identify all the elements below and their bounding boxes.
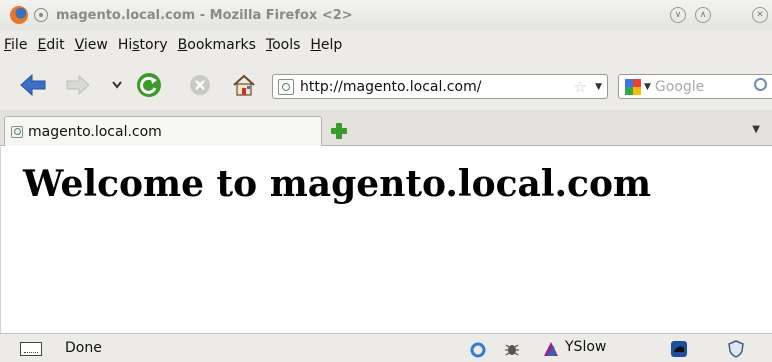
menu-help[interactable]: Help bbox=[310, 37, 342, 53]
menu-bookmarks-mnemonic: B bbox=[177, 37, 188, 53]
menu-history-label: tory bbox=[139, 37, 168, 53]
status-screen-icon bbox=[20, 342, 42, 356]
tab-magento[interactable]: magento.local.com bbox=[4, 116, 322, 146]
menu-tools-label: ools bbox=[272, 37, 301, 53]
tab-favicon-icon bbox=[11, 125, 23, 138]
search-engine-icon[interactable] bbox=[625, 78, 641, 95]
bookmark-star-icon[interactable]: ☆ bbox=[574, 78, 587, 96]
site-identity-icon[interactable] bbox=[278, 78, 294, 95]
yslow-icon[interactable] bbox=[542, 340, 560, 362]
addon-icon[interactable] bbox=[670, 340, 688, 362]
tab-bar: magento.local.com ▼ bbox=[0, 110, 772, 146]
url-dropdown-icon[interactable]: ▼ bbox=[595, 82, 602, 92]
menu-edit-label: dit bbox=[46, 37, 65, 53]
search-bar[interactable]: ▼ bbox=[618, 74, 772, 99]
menu-file[interactable]: File bbox=[4, 37, 27, 53]
menu-bookmarks-label: ookmarks bbox=[187, 37, 256, 53]
menu-edit-mnemonic: E bbox=[37, 37, 47, 53]
menu-file-mnemonic: F bbox=[4, 37, 12, 53]
yslow-label[interactable]: YSlow bbox=[565, 339, 606, 355]
title-bar: magento.local.com - Mozilla Firefox <2> … bbox=[0, 0, 772, 30]
sync-icon[interactable] bbox=[470, 342, 486, 362]
minimize-icon[interactable]: ∨ bbox=[670, 7, 686, 23]
page-content: Welcome to magento.local.com bbox=[0, 147, 772, 333]
shield-icon[interactable] bbox=[728, 340, 744, 362]
maximize-icon[interactable]: ∧ bbox=[695, 7, 711, 23]
tab-label: magento.local.com bbox=[28, 123, 162, 140]
firebug-icon[interactable] bbox=[503, 340, 521, 362]
stop-icon[interactable] bbox=[189, 74, 211, 96]
menu-view[interactable]: View bbox=[75, 37, 108, 53]
status-text: Done bbox=[65, 340, 102, 356]
navigation-toolbar: ☆ ▼ ▼ bbox=[0, 60, 772, 110]
reload-icon[interactable] bbox=[136, 72, 162, 98]
pin-icon[interactable] bbox=[34, 8, 48, 22]
url-bar[interactable]: ☆ ▼ bbox=[272, 74, 608, 99]
menu-help-mnemonic: H bbox=[310, 37, 321, 53]
menu-bookmarks[interactable]: Bookmarks bbox=[178, 37, 256, 53]
menu-edit[interactable]: Edit bbox=[37, 37, 64, 53]
status-bar: Done YSlow bbox=[0, 333, 772, 362]
menu-help-label: elp bbox=[320, 37, 343, 53]
search-engine-dropdown-icon[interactable]: ▼ bbox=[644, 82, 651, 92]
back-icon[interactable] bbox=[20, 74, 46, 96]
page-heading: Welcome to magento.local.com bbox=[23, 163, 652, 205]
menu-file-label: ile bbox=[11, 37, 28, 53]
menu-history-mnemonic: s bbox=[132, 37, 140, 53]
home-icon[interactable] bbox=[232, 73, 256, 97]
menu-view-label: iew bbox=[83, 37, 108, 53]
window-title: magento.local.com - Mozilla Firefox <2> bbox=[56, 7, 353, 23]
close-icon[interactable]: ✕ bbox=[752, 7, 768, 23]
firefox-icon bbox=[10, 6, 28, 24]
search-input[interactable] bbox=[654, 78, 735, 95]
tab-list-dropdown-icon[interactable]: ▼ bbox=[752, 124, 760, 135]
menu-view-mnemonic: V bbox=[74, 37, 84, 53]
search-icon[interactable] bbox=[754, 78, 767, 91]
forward-icon[interactable] bbox=[66, 75, 90, 95]
new-tab-icon[interactable] bbox=[330, 122, 348, 140]
menu-history-prefix: Hi bbox=[117, 37, 133, 53]
menu-bar: File Edit View History Bookmarks Tools H… bbox=[0, 30, 772, 60]
menu-tools[interactable]: Tools bbox=[266, 37, 301, 53]
url-input[interactable] bbox=[300, 78, 550, 95]
history-dropdown-icon[interactable] bbox=[112, 81, 122, 89]
menu-history[interactable]: History bbox=[118, 37, 168, 53]
